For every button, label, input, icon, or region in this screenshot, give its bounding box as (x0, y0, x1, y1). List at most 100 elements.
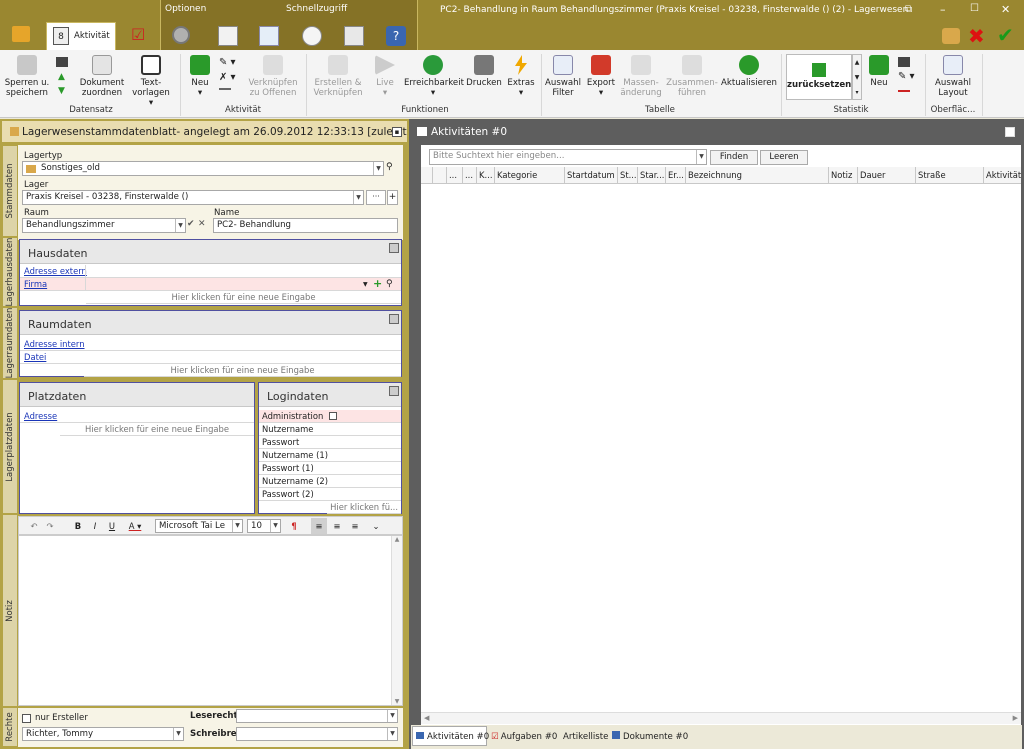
auswahl-filter-button[interactable]: Auswahl Filter (544, 55, 582, 98)
neu-button[interactable]: Neu ▾ (186, 55, 214, 98)
drucken-button[interactable]: Drucken (466, 55, 502, 88)
notiz-editor[interactable] (18, 535, 403, 706)
maximize-button[interactable]: ☐ (970, 3, 979, 14)
tab-artikelliste[interactable]: Artikelliste (563, 727, 608, 747)
logindaten-new-row[interactable]: Hier klicken fü... (327, 501, 401, 514)
pin-icon[interactable]: ▪ (392, 127, 402, 137)
floppy-icon[interactable] (898, 57, 910, 67)
column-header[interactable]: Kategorie (495, 167, 565, 183)
vtab-lagerplatzdaten[interactable]: Lagerplatzdaten (2, 379, 18, 514)
chevron-down-icon[interactable]: ▼ (373, 162, 383, 175)
binoculars-icon[interactable]: ⚲ (386, 278, 393, 290)
calendar-grid-icon[interactable] (259, 26, 279, 46)
contact-icon[interactable] (344, 26, 364, 46)
window-menu-icon[interactable]: ⧉ (905, 4, 912, 15)
dokument-zuordnen-button[interactable]: Dokument zuordnen (78, 55, 126, 98)
lagertyp-field[interactable]: Sonstiges_old ▼ (22, 161, 384, 176)
align-left-icon[interactable]: ≡ (311, 518, 327, 534)
cancel-icon[interactable]: ✖ (968, 24, 985, 48)
search-input[interactable]: Bitte Suchtext hier eingeben... ▼ (429, 149, 707, 165)
erstellen-verknuepfen-button[interactable]: Erstellen & Verknüpfen (310, 55, 366, 98)
raumdaten-new-row[interactable]: Hier klicken für eine neue Eingabe (84, 364, 401, 377)
align-right-icon[interactable]: ≡ (348, 518, 362, 534)
column-header[interactable]: Er... (666, 167, 686, 183)
column-header[interactable]: ... (447, 167, 463, 183)
font-select[interactable]: Microsoft Tai Le ▼ (155, 519, 243, 533)
minus-red-icon[interactable] (898, 90, 910, 92)
pencil-icon[interactable]: ✎ ▾ (898, 71, 915, 82)
column-header[interactable]: ... (463, 167, 477, 183)
italic-button[interactable]: I (89, 518, 101, 534)
pin-icon[interactable] (1005, 127, 1015, 137)
format-icon[interactable]: ¶ (288, 518, 300, 534)
save-lock-icon[interactable] (942, 28, 960, 44)
add-icon[interactable]: + (387, 190, 398, 205)
massenaenderung-button[interactable]: Massen- änderung (620, 55, 662, 98)
report-icon[interactable] (302, 26, 322, 46)
chevron-down-icon[interactable]: ▼ (175, 219, 185, 232)
export-button[interactable]: Export ▾ (586, 55, 616, 98)
gear-icon[interactable] (172, 26, 190, 44)
font-size-select[interactable]: 10 ▼ (247, 519, 281, 533)
align-center-icon[interactable]: ≡ (330, 518, 344, 534)
raumdaten-row[interactable]: Adresse intern (20, 338, 401, 351)
sperren-speichern-button[interactable]: Sperren u. speichern (4, 55, 50, 98)
pencil-icon[interactable]: ✎ ▾ (219, 57, 236, 68)
extras-button[interactable]: Extras ▾ (506, 55, 536, 98)
undo-icon[interactable]: ↶ (28, 518, 40, 534)
horizontal-scrollbar[interactable]: ◀ ▶ (421, 712, 1021, 724)
login-row[interactable]: Passwort (2) (259, 488, 401, 501)
raumdaten-row[interactable]: Datei (20, 351, 401, 364)
auswahl-layout-button[interactable]: Auswahl Layout (930, 55, 976, 98)
column-header[interactable]: Star... (638, 167, 666, 183)
nur-ersteller-checkbox[interactable] (22, 714, 31, 723)
gallery-scroll[interactable]: ▲ ▼ ▾ (852, 54, 862, 100)
column-header[interactable]: Notiz (829, 167, 858, 183)
plus-icon[interactable]: + (373, 278, 382, 290)
arrow-down-icon[interactable]: ▼ (58, 86, 65, 96)
floppy-icon[interactable] (56, 57, 68, 67)
user-select[interactable]: Richter, Tommy ▼ (22, 727, 184, 741)
zusammenfuehren-button[interactable]: Zusammen- führen (666, 55, 718, 98)
check-icon[interactable]: ✔ (187, 219, 195, 229)
leserechte-select[interactable]: ▼ (236, 709, 398, 723)
vtab-lagerraumdaten[interactable]: Lagerraumdaten (2, 307, 18, 379)
zuruecksetzen-button[interactable]: zurücksetzen (786, 54, 852, 100)
login-row[interactable]: Nutzername (2) (259, 475, 401, 488)
platzdaten-row[interactable]: Adresse (20, 410, 254, 423)
close-button[interactable]: ✕ (1001, 3, 1010, 16)
checkbox[interactable] (329, 412, 337, 420)
tab-aufgaben[interactable]: ☑ Aufgaben #0 (491, 727, 557, 747)
login-row[interactable]: Passwort (1) (259, 462, 401, 475)
column-header[interactable]: Aktivität (984, 167, 1021, 183)
font-color-button[interactable]: A ▾ (123, 518, 147, 534)
underline-button[interactable]: U (106, 518, 118, 534)
hausdaten-row-firma[interactable]: Firma ▼ + ⚲ (20, 278, 401, 291)
column-header[interactable] (433, 167, 447, 183)
raum-field[interactable]: Behandlungszimmer ▼ (22, 218, 186, 233)
binoculars-icon[interactable]: ⚲ (386, 162, 398, 175)
login-row[interactable]: Passwort (259, 436, 401, 449)
minus-icon[interactable] (219, 88, 231, 90)
name-field[interactable]: PC2- Behandlung (213, 218, 398, 233)
hausdaten-row[interactable]: Adresse extern (20, 265, 401, 278)
lock-icon[interactable] (389, 314, 399, 324)
vtab-notiz[interactable]: Notiz (2, 514, 18, 707)
checklist-icon[interactable]: ☑ (131, 26, 147, 44)
ellipsis-button[interactable]: ··· (366, 190, 386, 205)
chevron-down-icon[interactable]: ▼ (363, 279, 368, 291)
erreichbarkeit-button[interactable]: Erreichbarkeit ▾ (404, 55, 464, 98)
delete-icon[interactable]: ✗ ▾ (219, 72, 236, 83)
tab-schnellzugriff[interactable]: Schnellzugriff (286, 4, 347, 14)
column-header[interactable]: K... (477, 167, 495, 183)
textvorlagen-button[interactable]: Text- vorlagen ▾ (130, 55, 172, 108)
tab-aktivitaet[interactable]: 8 Aktivität (46, 22, 116, 50)
leeren-button[interactable]: Leeren (760, 150, 808, 165)
bold-button[interactable]: B (72, 518, 84, 534)
column-header[interactable]: St... (618, 167, 638, 183)
help-icon[interactable]: ? (386, 26, 406, 46)
finden-button[interactable]: Finden (710, 150, 758, 165)
column-header[interactable]: Bezeichnung (686, 167, 829, 183)
editor-scrollbar[interactable]: ▲ ▼ (391, 536, 402, 705)
column-header[interactable]: Straße (916, 167, 984, 183)
